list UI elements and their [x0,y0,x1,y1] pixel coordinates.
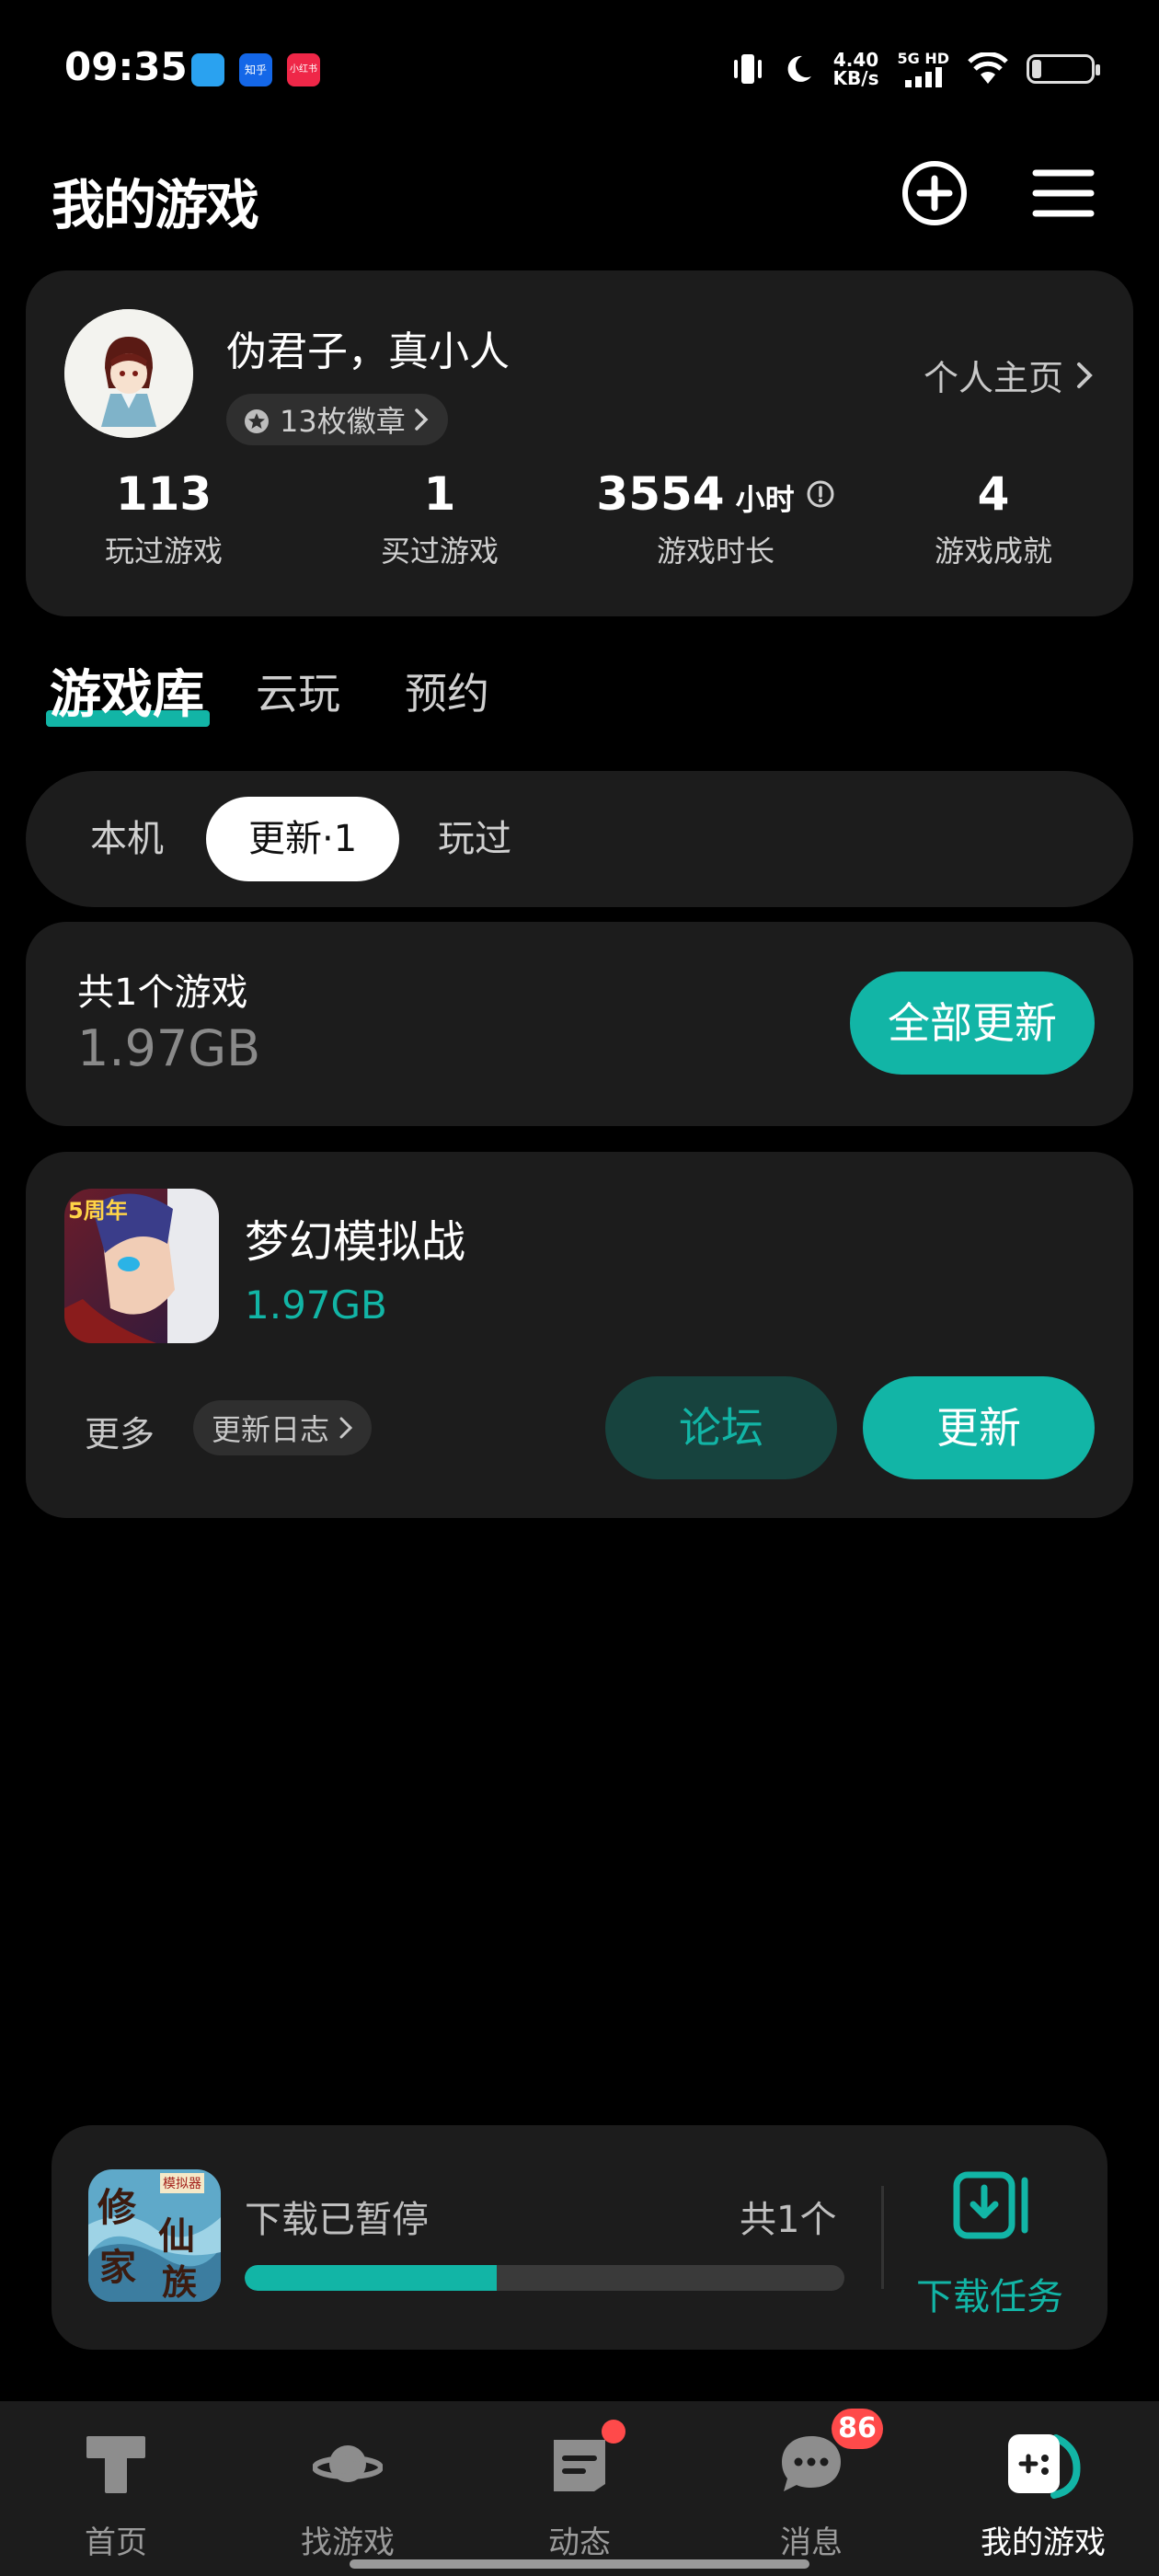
game-name[interactable]: 梦幻模拟战 [245,1205,465,1270]
status-right: 4.40 KB/s 5G HD 4 [732,46,1100,92]
homepage-label: 个人主页 [923,358,1063,398]
medal-icon [245,409,269,433]
stat-bought[interactable]: 1 买过游戏 [302,467,578,570]
signal-icon [904,67,942,87]
menu-icon[interactable] [1027,156,1100,230]
download-progress [245,2265,844,2291]
tab-reserve[interactable]: 预约 [405,661,489,721]
avatar[interactable] [64,309,193,438]
update-all-button[interactable]: 全部更新 [850,972,1095,1075]
net-speed: 4.40 KB/s [832,49,879,89]
nav-label: 消息 [780,2524,843,2561]
nav-messages[interactable]: 86 消息 [719,2409,903,2562]
chevron-right-icon [1077,362,1093,388]
status-bar: 09:35 知乎 小红书 4.40 KB/s 5G HD 4 [0,0,1159,138]
download-progress-fill [245,2265,497,2291]
stat-playtime[interactable]: 3554 小时 游戏时长 [578,467,854,570]
stat-label: 游戏时长 [656,534,775,569]
stat-achievements[interactable]: 4 游戏成就 [855,467,1131,570]
download-status: 下载已暂停 [245,2199,429,2241]
download-task-icon[interactable] [953,2171,1034,2239]
chevron-right-icon [414,408,429,431]
signal-indicator: 5G HD [897,51,949,87]
game-icon[interactable]: 5周年 [64,1189,219,1343]
wifi-icon [968,52,1008,84]
message-badge: 86 [832,2409,883,2449]
doc-app-icon [191,53,224,86]
zhihu-icon: 知乎 [239,53,272,86]
feed-red-dot [602,2420,625,2444]
divider [881,2186,884,2289]
stat-value: 1 [423,467,456,521]
nav-label: 找游戏 [301,2524,395,2561]
nav-label: 我的游戏 [981,2524,1106,2561]
tab-cloud[interactable]: 云玩 [256,661,340,721]
battery-icon: 4 [1027,54,1100,84]
update-button[interactable]: 更新 [863,1376,1095,1479]
xiaohongshu-icon: 小红书 [287,53,320,86]
username: 伪君子，真小人 [226,328,510,375]
download-count: 共1个 [740,2199,837,2241]
moon-icon [787,55,811,82]
filter-played[interactable]: 玩过 [438,797,511,881]
badge-label: 13枚徽章 [280,404,406,439]
stat-value: 3554 [596,467,725,521]
changelog-label: 更新日志 [212,1412,330,1447]
homepage-link[interactable]: 个人主页 [924,350,1095,400]
stat-unit: 小时 [735,482,795,517]
summary-title: 共1个游戏 [77,972,248,1014]
game-size: 1.97GB [245,1282,387,1328]
stat-label: 玩过游戏 [104,534,223,569]
home-icon [86,2436,145,2493]
nav-label: 首页 [85,2524,147,2561]
nav-home[interactable]: 首页 [24,2429,208,2562]
page-title: 我的游戏 [52,174,259,236]
planet-icon [312,2445,384,2482]
filter-local[interactable]: 本机 [90,797,164,881]
stat-played[interactable]: 113 玩过游戏 [26,467,302,570]
gamepad-icon [1008,2434,1081,2499]
more-button[interactable]: 更多 [85,1406,155,1456]
filter-update[interactable]: 更新·1 [206,797,400,881]
stat-label: 游戏成就 [934,534,1052,569]
avatar-image [64,309,193,438]
changelog-button[interactable]: 更新日志 [193,1400,373,1455]
chevron-right-icon [339,1417,353,1439]
vibrate-icon [733,54,762,84]
badge-button[interactable]: 13枚徽章 [226,394,448,445]
summary-size: 1.97GB [77,1019,261,1077]
filter-bar [26,771,1133,907]
stat-value: 113 [115,467,212,521]
tab-library[interactable]: 游戏库 [50,653,204,728]
nav-feed[interactable]: 动态 [488,2420,671,2562]
game-icon-tag: 5周年 [68,1198,128,1224]
forum-button[interactable]: 论坛 [605,1376,837,1479]
download-task-label[interactable]: 下载任务 [916,2267,1063,2320]
download-game-icon: 修 仙 家 族 模拟器 [88,2169,221,2302]
nav-discover[interactable]: 找游戏 [256,2429,440,2562]
nav-label: 动态 [548,2524,611,2561]
stat-label: 买过游戏 [380,534,499,569]
add-circle-icon[interactable] [898,156,971,230]
home-indicator[interactable] [350,2559,809,2569]
stat-value: 4 [977,467,1010,521]
nav-my-games[interactable]: 我的游戏 [951,2429,1135,2562]
status-time: 09:35 [64,44,188,89]
info-icon[interactable] [806,479,835,509]
